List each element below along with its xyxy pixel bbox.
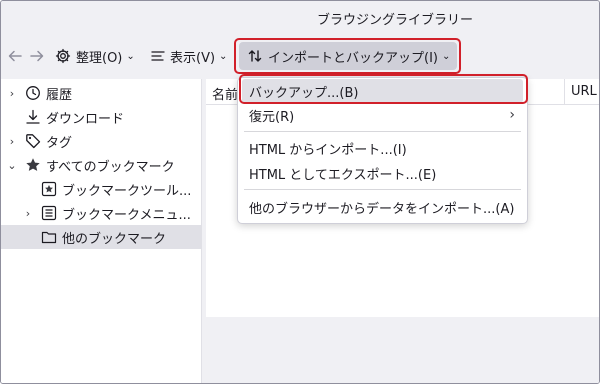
sidebar-item-tags[interactable]: › タグ xyxy=(1,129,202,153)
details-pane xyxy=(206,317,599,383)
sidebar-item-label: タグ xyxy=(46,135,73,151)
clock-icon xyxy=(25,85,41,101)
expand-twisty-icon[interactable]: › xyxy=(7,135,17,148)
forward-button[interactable] xyxy=(27,41,47,71)
arrow-right-icon xyxy=(30,50,44,62)
sidebar-item-bookmarks-menu[interactable]: › ブックマークメニュ... xyxy=(1,201,202,225)
sidebar-item-downloads[interactable]: ダウンロード xyxy=(1,105,202,129)
sidebar-item-all-bookmarks[interactable]: ⌄ すべてのブックマーク xyxy=(1,153,202,177)
window-title: ブラウジングライブラリー xyxy=(316,13,473,28)
organize-button[interactable]: 整理(O) ⌄ xyxy=(51,41,139,71)
download-icon xyxy=(25,109,41,125)
menu-separator xyxy=(244,131,521,132)
sidebar-item-label: すべてのブックマーク xyxy=(46,159,175,175)
star-box-icon xyxy=(41,181,57,197)
sidebar-item-history[interactable]: › 履歴 xyxy=(1,81,202,105)
views-button[interactable]: 表示(V) ⌄ xyxy=(147,41,231,71)
expand-twisty-icon[interactable]: › xyxy=(23,207,33,220)
back-button[interactable] xyxy=(5,41,25,71)
sidebar-item-label: ブックマークメニュ... xyxy=(62,207,191,223)
menu-item-import-other-browser[interactable]: 他のブラウザーからデータをインポート...(A) xyxy=(242,195,523,219)
gear-icon xyxy=(55,48,71,64)
menu-item-label: 復元(R) xyxy=(249,109,295,125)
library-sidebar: › 履歴 ダウンロード › タグ ⌄ すべてのブックマーク ブックマークツール.… xyxy=(1,79,202,383)
import-button-highlight xyxy=(234,38,461,74)
backup-item-highlight xyxy=(239,74,528,104)
menu-item-label: HTML としてエクスポート...(E) xyxy=(249,167,437,183)
organize-label: 整理(O) xyxy=(76,50,123,66)
menu-item-label: HTML からインポート...(I) xyxy=(249,142,407,158)
collapse-twisty-icon[interactable]: ⌄ xyxy=(7,159,17,172)
menu-item-restore[interactable]: 復元(R) › xyxy=(242,103,523,127)
arrow-left-icon xyxy=(8,50,22,62)
menu-item-import-html[interactable]: HTML からインポート...(I) xyxy=(242,136,523,160)
star-icon xyxy=(25,157,41,173)
menu-separator xyxy=(244,189,521,190)
folder-icon xyxy=(41,229,57,245)
views-label: 表示(V) xyxy=(170,50,216,66)
menu-list-icon xyxy=(41,205,57,221)
column-header-name[interactable]: 名前 xyxy=(212,84,238,103)
submenu-arrow-icon: › xyxy=(509,107,515,123)
tag-icon xyxy=(25,133,41,149)
sidebar-item-other-bookmarks[interactable]: 他のブックマーク xyxy=(1,225,202,249)
sidebar-item-label: ブックマークツール... xyxy=(62,183,192,199)
chevron-down-icon: ⌄ xyxy=(126,50,135,62)
sidebar-item-label: ダウンロード xyxy=(46,111,125,127)
sidebar-item-label: 他のブックマーク xyxy=(62,231,167,247)
menu-item-label: 他のブラウザーからデータをインポート...(A) xyxy=(249,201,515,217)
sidebar-item-label: 履歴 xyxy=(46,87,73,103)
list-icon xyxy=(151,51,165,61)
chevron-down-icon: ⌄ xyxy=(219,50,228,62)
column-header-url[interactable]: URL xyxy=(571,84,597,99)
sidebar-item-bookmarks-toolbar[interactable]: ブックマークツール... xyxy=(1,177,202,201)
title-bar: ブラウジングライブラリー xyxy=(1,1,599,33)
library-window: ブラウジングライブラリー 整理(O) ⌄ 表示(V) ⌄ インポートとバックアッ… xyxy=(0,0,600,384)
expand-twisty-icon[interactable]: › xyxy=(7,87,17,100)
menu-item-export-html[interactable]: HTML としてエクスポート...(E) xyxy=(242,161,523,185)
column-divider[interactable] xyxy=(564,79,565,105)
